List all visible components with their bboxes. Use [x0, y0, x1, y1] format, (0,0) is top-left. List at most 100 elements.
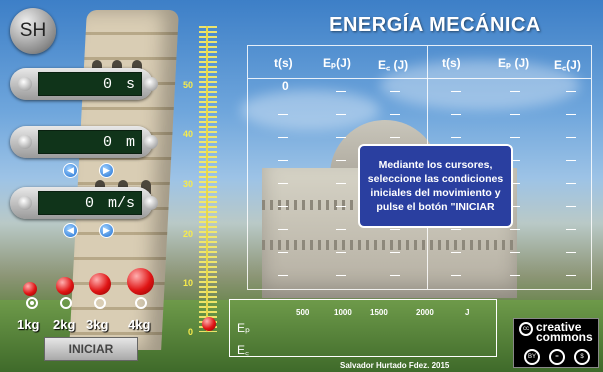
ruler-label-50: 50: [182, 80, 193, 90]
table-empty-cell: [336, 160, 346, 161]
table-empty-cell: [390, 275, 400, 276]
speed-unit: m/s: [107, 194, 135, 212]
mass-radio-3kg[interactable]: [94, 297, 106, 309]
header-time-1: t(s): [274, 56, 293, 70]
instruction-message: Mediante los cursores, seleccione las co…: [358, 144, 513, 228]
table-empty-cell: [510, 114, 520, 115]
scale-label: 1000: [334, 308, 352, 317]
table-empty-cell: [451, 91, 461, 92]
table-empty-cell: [566, 160, 576, 161]
table-empty-cell: [390, 229, 400, 230]
right-knob-icon: [144, 196, 158, 210]
energy-bars-panel: Eₚ E꜀ 500 1000 1500 2000 J: [229, 299, 497, 357]
mass-label-4kg: 4kg: [128, 317, 151, 332]
table-cell-first-time: 0: [282, 79, 289, 93]
table-empty-cell: [566, 91, 576, 92]
nc-icon: $: [574, 349, 590, 365]
table-empty-cell: [278, 206, 288, 207]
height-ruler: [199, 26, 217, 332]
table-empty-cell: [566, 206, 576, 207]
table-empty-cell: [278, 183, 288, 184]
cc-word-commons: commons: [536, 330, 593, 344]
time-unit: s: [125, 75, 135, 93]
height-display: 0 m: [38, 130, 142, 154]
left-knob-icon: [18, 135, 32, 149]
table-empty-cell: [278, 275, 288, 276]
speed-readout: 0 m/s: [10, 187, 158, 219]
height-unit: m: [125, 133, 135, 151]
header-ec-2: E꜀(J): [554, 58, 581, 72]
table-empty-cell: [336, 229, 346, 230]
table-empty-cell: [336, 252, 346, 253]
table-empty-cell: [566, 114, 576, 115]
speed-value: 0: [84, 194, 94, 212]
cc-icon: cc: [519, 322, 533, 336]
height-decrease-button[interactable]: ◀: [63, 163, 78, 178]
table-empty-cell: [566, 229, 576, 230]
falling-ball: [202, 317, 216, 331]
table-empty-cell: [566, 252, 576, 253]
table-empty-cell: [336, 206, 346, 207]
table-empty-cell: [510, 252, 520, 253]
ec-label: E꜀: [237, 343, 250, 357]
table-empty-cell: [278, 137, 288, 138]
table-empty-cell: [451, 137, 461, 138]
table-empty-cell: [510, 91, 520, 92]
simulation-stage: SH ENERGÍA MECÁNICA 0 s 0 m ◀ ▶ 0 m/s ◀ …: [0, 0, 603, 372]
header-ep-1: Eₚ(J): [323, 56, 351, 70]
table-empty-cell: [566, 183, 576, 184]
table-empty-cell: [336, 137, 346, 138]
ruler-label-10: 10: [182, 278, 193, 288]
table-empty-cell: [278, 114, 288, 115]
by-icon: BY: [524, 349, 540, 365]
table-empty-cell: [510, 275, 520, 276]
table-empty-cell: [451, 114, 461, 115]
mass-radio-2kg[interactable]: [60, 297, 72, 309]
author-logo: SH: [10, 8, 56, 54]
speed-display: 0 m/s: [38, 191, 142, 215]
scale-label: 2000: [416, 308, 434, 317]
scale-label: 500: [296, 308, 310, 317]
mass-label-3kg: 3kg: [86, 317, 109, 332]
table-header-line: [248, 78, 591, 79]
speed-increase-button[interactable]: ▶: [99, 223, 114, 238]
left-knob-icon: [18, 196, 32, 210]
time-value: 0: [102, 75, 112, 93]
table-empty-cell: [451, 252, 461, 253]
mass-radio-4kg[interactable]: [135, 297, 147, 309]
nd-icon: =: [549, 349, 565, 365]
table-empty-cell: [390, 137, 400, 138]
table-empty-cell: [336, 183, 346, 184]
table-empty-cell: [510, 229, 520, 230]
ruler-axis: [206, 26, 208, 332]
mass-radio-1kg[interactable]: [26, 297, 38, 309]
start-button[interactable]: INICIAR: [44, 337, 138, 361]
author-credit: Salvador Hurtado Fdez. 2015: [340, 361, 450, 370]
mass-ball-4kg: [127, 268, 154, 295]
mass-label-1kg: 1kg: [17, 317, 40, 332]
header-ec-1: E꜀ (J): [378, 58, 409, 72]
table-empty-cell: [566, 137, 576, 138]
table-empty-cell: [390, 114, 400, 115]
ruler-label-40: 40: [182, 129, 193, 139]
mass-ball-3kg: [89, 273, 111, 295]
table-empty-cell: [278, 160, 288, 161]
time-display: 0 s: [38, 72, 142, 96]
header-ep-2: Eₚ (J): [498, 56, 530, 70]
table-empty-cell: [336, 114, 346, 115]
left-knob-icon: [18, 77, 32, 91]
height-increase-button[interactable]: ▶: [99, 163, 114, 178]
table-empty-cell: [336, 275, 346, 276]
table-empty-cell: [566, 275, 576, 276]
table-empty-cell: [451, 229, 461, 230]
speed-decrease-button[interactable]: ◀: [63, 223, 78, 238]
table-empty-cell: [510, 137, 520, 138]
ruler-label-20: 20: [182, 229, 193, 239]
mass-label-2kg: 2kg: [53, 317, 76, 332]
time-readout: 0 s: [10, 68, 158, 100]
scale-label: 1500: [370, 308, 388, 317]
height-value: 0: [102, 133, 112, 151]
scale-unit: J: [465, 308, 470, 317]
creative-commons-badge[interactable]: cc creative commons BY = $: [513, 318, 599, 368]
ruler-label-0: 0: [187, 327, 193, 337]
